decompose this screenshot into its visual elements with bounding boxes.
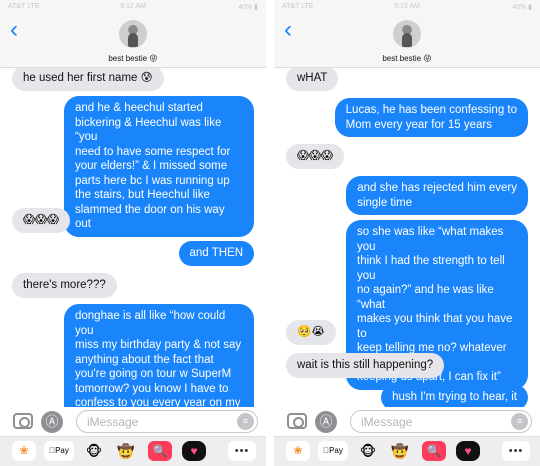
camera-icon[interactable]: [287, 413, 307, 429]
sent-message[interactable]: Lucas, he has been confessing to Mom eve…: [334, 98, 528, 137]
audio-waveform-icon[interactable]: ≡: [237, 413, 254, 430]
divider: [266, 0, 274, 466]
received-message[interactable]: there's more???: [12, 273, 117, 298]
apple-pay-icon[interactable]: Pay: [44, 441, 74, 461]
app-drawer: ❀ Pay 🐵 🤠 🔍 ♥ •••: [0, 436, 266, 466]
avatar[interactable]: [393, 20, 421, 48]
more-apps-icon[interactable]: •••: [228, 441, 256, 461]
photos-app-icon[interactable]: ❀: [286, 441, 310, 461]
received-message[interactable]: wHAT: [286, 66, 339, 91]
clock: 9:12 AM: [120, 3, 146, 10]
image-search-icon[interactable]: 🔍: [422, 441, 446, 461]
audio-waveform-icon[interactable]: ≡: [511, 413, 528, 430]
left-screenshot: AT&T LTE 9:12 AM 40% ▮ ‹ best bestie 😜 h…: [0, 0, 266, 466]
app-store-icon[interactable]: Ⓐ: [41, 411, 63, 433]
received-message[interactable]: 😱😱😱: [12, 208, 70, 233]
received-message[interactable]: he used her first name 😰: [12, 66, 164, 91]
chevron-left-icon[interactable]: ‹: [10, 18, 18, 42]
avatar[interactable]: [119, 20, 147, 48]
received-message[interactable]: 🥺😭: [286, 320, 336, 345]
sent-message[interactable]: and he & heechul started bickering & Hee…: [64, 96, 254, 237]
imessage-input[interactable]: iMessage ≡: [76, 410, 258, 433]
contact-name[interactable]: best bestie 😜: [274, 54, 540, 63]
status-bar: AT&T LTE 9:12 AM 40% ▮: [0, 0, 266, 14]
compose-bar: Ⓐ iMessage ≡: [274, 407, 540, 436]
battery: 40% ▮: [512, 4, 532, 11]
sent-message[interactable]: and she has rejected him every single ti…: [346, 176, 528, 215]
more-apps-icon[interactable]: •••: [502, 441, 530, 461]
imessage-placeholder: iMessage: [361, 415, 413, 429]
app-store-icon[interactable]: Ⓐ: [315, 411, 337, 433]
message-thread[interactable]: he used her first name 😰 and he & heechu…: [0, 60, 266, 407]
memoji-icon[interactable]: 🤠: [388, 441, 412, 461]
memoji-icon[interactable]: 🐵: [356, 441, 380, 461]
image-search-icon[interactable]: 🔍: [148, 441, 172, 461]
photos-app-icon[interactable]: ❀: [12, 441, 36, 461]
sent-message[interactable]: and THEN: [178, 241, 254, 266]
sent-message[interactable]: donghae is all like “how could you miss …: [64, 304, 254, 407]
memoji-icon[interactable]: 🐵: [82, 441, 106, 461]
memoji-icon[interactable]: 🤠: [114, 441, 138, 461]
imessage-input[interactable]: iMessage ≡: [350, 410, 532, 433]
sent-message[interactable]: hush I'm trying to hear, it: [381, 385, 528, 407]
received-message[interactable]: 😱😱😱: [286, 144, 344, 169]
contact-name[interactable]: best bestie 😜: [0, 54, 266, 63]
battery: 40% ▮: [238, 4, 258, 11]
received-message[interactable]: wait is this still happening?: [286, 353, 445, 378]
right-screenshot: AT&T LTE 9:13 AM 40% ▮ ‹ best bestie 😜 w…: [274, 0, 540, 466]
message-thread[interactable]: wHAT Lucas, he has been confessing to Mo…: [274, 60, 540, 407]
chevron-left-icon[interactable]: ‹: [284, 18, 292, 42]
app-drawer: ❀ Pay 🐵 🤠 🔍 ♥ •••: [274, 436, 540, 466]
clock: 9:13 AM: [394, 3, 420, 10]
imessage-placeholder: iMessage: [87, 415, 139, 429]
conversation-header: AT&T LTE 9:13 AM 40% ▮ ‹ best bestie 😜: [274, 0, 540, 68]
conversation-header: AT&T LTE 9:12 AM 40% ▮ ‹ best bestie 😜: [0, 0, 266, 68]
digital-touch-icon[interactable]: ♥: [182, 441, 206, 461]
status-bar: AT&T LTE 9:13 AM 40% ▮: [274, 0, 540, 14]
apple-pay-icon[interactable]: Pay: [318, 441, 348, 461]
compose-bar: Ⓐ iMessage ≡: [0, 407, 266, 436]
digital-touch-icon[interactable]: ♥: [456, 441, 480, 461]
camera-icon[interactable]: [13, 413, 33, 429]
